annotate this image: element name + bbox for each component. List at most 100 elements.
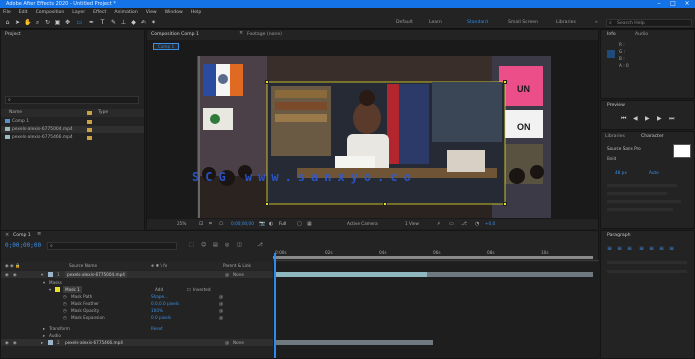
- expand-icon[interactable]: ▸: [43, 332, 45, 339]
- audio-icon[interactable]: ◉: [13, 271, 17, 278]
- expand-icon[interactable]: ▸: [43, 325, 45, 332]
- justify-right-icon[interactable]: ≡: [659, 245, 664, 252]
- tab-info[interactable]: Info: [607, 31, 616, 39]
- expand-layer-icon[interactable]: ▾: [41, 271, 43, 278]
- reset-exposure-icon[interactable]: ◔: [475, 219, 479, 229]
- motion-blur-icon[interactable]: ◎: [225, 242, 229, 248]
- track-area[interactable]: [273, 262, 599, 358]
- mask-prop-row[interactable]: ◷ Mask Expansion 0.0 pixels @: [37, 314, 273, 321]
- minimize-icon[interactable]: –: [652, 0, 666, 8]
- layer-2-duration-bar[interactable]: [275, 340, 433, 345]
- workspace-learn[interactable]: Learn: [429, 19, 442, 27]
- workspace-libraries[interactable]: Libraries: [556, 19, 576, 27]
- font-family-dropdown[interactable]: Source Sans Pro: [607, 146, 641, 151]
- eraser-tool-icon[interactable]: ◆: [130, 19, 137, 26]
- rotate-tool-icon[interactable]: ↻: [44, 19, 51, 26]
- hand-tool-icon[interactable]: ✋: [24, 19, 31, 26]
- layer-1-duration-bar[interactable]: [275, 272, 427, 277]
- camera-dropdown[interactable]: Active Camera: [347, 219, 378, 229]
- zoom-tool-icon[interactable]: ⌕: [34, 19, 41, 26]
- menu-item-window[interactable]: Window: [165, 8, 183, 17]
- expression-pickwhip-icon[interactable]: @: [219, 300, 223, 307]
- comp-navigator-chip[interactable]: Comp 1: [153, 43, 179, 50]
- font-size-value[interactable]: 48 px: [615, 170, 627, 175]
- justify-all-icon[interactable]: ≡: [669, 245, 674, 252]
- stroke-row[interactable]: [607, 192, 667, 195]
- parent-pickwhip-icon[interactable]: @: [225, 271, 229, 278]
- align-right-icon[interactable]: ≡: [627, 245, 632, 252]
- shy-icon[interactable]: ☺: [201, 242, 206, 248]
- search-help-field[interactable]: ⌕ Search Help: [606, 19, 692, 27]
- mask-vertex-handle[interactable]: [503, 202, 507, 206]
- inverted-checkbox[interactable]: ☐: [187, 286, 191, 293]
- frame-blend-icon[interactable]: ▤: [213, 242, 218, 248]
- parent-pickwhip-icon[interactable]: @: [225, 339, 229, 346]
- selection-tool-icon[interactable]: ➤: [14, 19, 21, 26]
- mask-prop-value[interactable]: 100%: [151, 307, 163, 314]
- workspaces-more-button[interactable]: »: [595, 19, 598, 27]
- mask-visibility-icon[interactable]: ⬠: [219, 219, 223, 229]
- grid-icon[interactable]: ⌗: [209, 219, 212, 229]
- work-area-bar[interactable]: [273, 256, 593, 259]
- mask-row[interactable]: ▾ Mask 1 Add ☐ Inverted: [37, 286, 273, 293]
- flowchart-icon[interactable]: ⎇: [461, 219, 467, 229]
- close-timeline-icon[interactable]: ×: [5, 232, 9, 238]
- channel-icon[interactable]: ◐: [269, 219, 273, 229]
- mask-vertex-handle[interactable]: [383, 202, 387, 206]
- list-item[interactable]: pexels-alexis-6775466.mp4: [1, 134, 144, 141]
- mask-vertex-handle[interactable]: [265, 80, 269, 84]
- preview-title[interactable]: Preview: [607, 102, 625, 110]
- list-item[interactable]: Comp 1: [1, 118, 144, 125]
- audio-icon[interactable]: ◉: [13, 339, 17, 346]
- transparency-grid-icon[interactable]: ▦: [307, 219, 312, 229]
- timeline-search-input[interactable]: ⌕: [47, 242, 177, 250]
- clone-stamp-tool-icon[interactable]: ⊥: [120, 19, 127, 26]
- leading-value[interactable]: Auto: [649, 170, 659, 175]
- mask-vertex-handle[interactable]: [503, 80, 507, 84]
- align-center-icon[interactable]: ≡: [617, 245, 622, 252]
- mask-name[interactable]: Mask 1: [63, 286, 82, 293]
- space-row[interactable]: [607, 270, 687, 273]
- stopwatch-icon[interactable]: ◷: [63, 300, 67, 307]
- close-icon[interactable]: ×: [680, 0, 694, 8]
- project-panel-title[interactable]: Project: [1, 30, 144, 39]
- timeline-menu-icon[interactable]: ≡: [37, 231, 41, 237]
- home-icon[interactable]: ⌂: [4, 19, 11, 26]
- mask-prop-value[interactable]: Shape...: [151, 293, 168, 300]
- menu-item-help[interactable]: Help: [191, 8, 201, 17]
- masks-group-row[interactable]: ▾ Masks: [37, 279, 273, 286]
- mask-color-swatch[interactable]: [55, 287, 60, 292]
- menu-item-composition[interactable]: Composition: [36, 8, 65, 17]
- justify-center-icon[interactable]: ≡: [649, 245, 654, 252]
- pan-behind-tool-icon[interactable]: ✥: [64, 19, 71, 26]
- list-item[interactable]: pexels-alexis-6775004.mp4: [1, 126, 144, 133]
- type-tool-icon[interactable]: T: [99, 19, 106, 26]
- label-color-swatch[interactable]: [48, 272, 53, 277]
- last-frame-icon[interactable]: ⏭: [669, 115, 674, 123]
- fill-stroke-swatch[interactable]: [673, 144, 691, 158]
- parent-header[interactable]: Parent & Link: [223, 262, 251, 270]
- fit-icon[interactable]: ⊡: [199, 219, 203, 229]
- draft-3d-icon[interactable]: ⬚: [189, 242, 194, 248]
- pen-tool-icon[interactable]: ✒: [88, 19, 95, 26]
- expand-icon[interactable]: ▾: [49, 286, 51, 293]
- paragraph-title[interactable]: Paragraph: [607, 232, 631, 240]
- puppet-tool-icon[interactable]: ✶: [150, 19, 157, 26]
- layer-name[interactable]: pexels-alexis-6775466.mp4: [65, 339, 123, 346]
- timeline-timecode[interactable]: 0;00;00;00: [5, 242, 41, 249]
- tab-character[interactable]: Character: [641, 133, 664, 141]
- layer-name[interactable]: pexels-alexis-6775004.mp4: [65, 271, 127, 278]
- composition-viewer[interactable]: UN ON: [197, 56, 551, 218]
- expand-layer-icon[interactable]: ▸: [41, 339, 43, 346]
- fast-previews-icon[interactable]: ⚡: [437, 219, 441, 229]
- tracking-row[interactable]: [607, 184, 677, 187]
- maximize-icon[interactable]: □: [666, 0, 680, 8]
- menu-item-layer[interactable]: Layer: [72, 8, 85, 17]
- source-name-header[interactable]: Source Name: [69, 262, 97, 270]
- indent-row[interactable]: [607, 261, 687, 264]
- justify-left-icon[interactable]: ≡: [639, 245, 644, 252]
- workspace-default[interactable]: Default: [396, 19, 413, 27]
- rectangle-tool-icon[interactable]: ▭: [76, 19, 83, 26]
- table-row[interactable]: ◉ ◉ ▾ 1 pexels-alexis-6775004.mp4 @ None: [1, 271, 273, 278]
- timeline-toggle-icon[interactable]: ▭: [449, 219, 454, 229]
